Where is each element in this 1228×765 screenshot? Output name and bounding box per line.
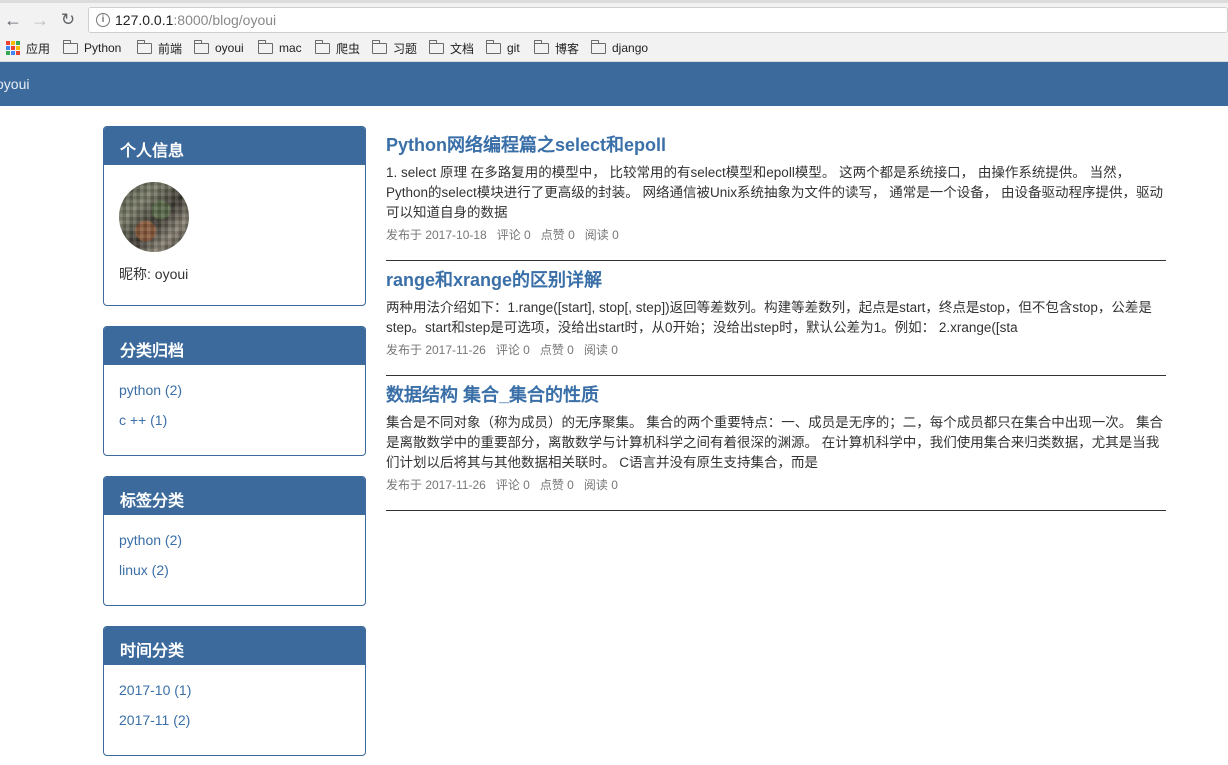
panel-title: 分类归档 (104, 327, 365, 365)
article-reads: 阅读 0 (584, 228, 619, 242)
bookmark-label: Python (84, 41, 122, 55)
browser-chrome: ← → ↻ i 127.0.0.1:8000/blog/oyoui 应用 Pyt… (0, 0, 1228, 62)
bookmark-label: 前端 (158, 41, 183, 56)
panel-title: 时间分类 (104, 627, 365, 665)
article-reads: 阅读 0 (583, 343, 618, 357)
article-summary: 1. select 原理 在多路复用的模型中， 比较常用的有select模型和e… (386, 165, 1164, 220)
article-item: 数据结构 集合_集合的性质 集合是不同对象（称为成员）的无序聚集。 集合的两个重… (386, 382, 1166, 511)
panel-title: 标签分类 (104, 477, 365, 515)
apps-icon (6, 41, 20, 55)
info-icon[interactable]: i (96, 13, 110, 27)
bookmark-label: git (507, 41, 520, 55)
article-date: 发布于 2017-11-26 (386, 478, 486, 492)
bookmark-label: 习题 (393, 41, 418, 56)
category-link-cpp[interactable]: c ++ (1) (119, 410, 350, 440)
folder-icon (314, 39, 330, 54)
forward-icon[interactable]: → (30, 10, 50, 30)
panel-title: 个人信息 (104, 127, 365, 165)
article-item: Python网络编程篇之select和epoll 1. select 原理 在多… (386, 132, 1166, 261)
bookmark-git[interactable]: git (485, 39, 520, 57)
bookmark-django[interactable]: django (590, 39, 649, 57)
article-meta: 发布于 2017-10-18 评论 0 点赞 0 阅读 0 (386, 226, 1166, 243)
bookmark-apps[interactable]: 应用 (6, 39, 50, 57)
article-title[interactable]: 数据结构 集合_集合的性质 (386, 382, 1166, 410)
date-link-2017-10[interactable]: 2017-10 (1) (119, 680, 350, 710)
url-text[interactable]: 127.0.0.1:8000/blog/oyoui (115, 12, 276, 28)
address-bar[interactable]: i 127.0.0.1:8000/blog/oyoui (88, 7, 1228, 33)
bookmark-label: oyoui (215, 41, 244, 55)
site-navbar: oyoui (0, 62, 1228, 106)
bookmark-oyoui[interactable]: oyoui (193, 39, 244, 57)
bookmark-label: 应用 (26, 41, 51, 56)
article-title[interactable]: range和xrange的区别详解 (386, 267, 1166, 295)
article-likes: 点赞 0 (539, 343, 574, 357)
folder-icon (62, 39, 78, 54)
article-date: 发布于 2017-10-18 (386, 228, 487, 242)
date-link-2017-11[interactable]: 2017-11 (2) (119, 710, 350, 740)
article-likes: 点赞 0 (539, 478, 574, 492)
url-host: 127.0.0.1 (115, 12, 174, 28)
bookmark-label: mac (279, 41, 302, 55)
folder-icon (428, 39, 444, 54)
article-summary: 集合是不同对象（称为成员）的无序聚集。 集合的两个重要特点：一、成员是无序的；二… (386, 415, 1163, 470)
bookmark-frontend[interactable]: 前端 (136, 39, 183, 57)
article-meta: 发布于 2017-11-26 评论 0 点赞 0 阅读 0 (386, 476, 1166, 493)
folder-icon (193, 39, 209, 54)
profile-panel: 个人信息 昵称: oyoui (103, 126, 366, 306)
article-comments: 评论 0 (496, 228, 531, 242)
article-title[interactable]: Python网络编程篇之select和epoll (386, 132, 1166, 160)
article-comments: 评论 0 (495, 343, 530, 357)
nickname: 昵称: oyoui (119, 266, 189, 282)
tab-strip (0, 0, 1228, 3)
category-panel: 分类归档 python (2) c ++ (1) (103, 326, 366, 456)
bookmark-exercises[interactable]: 习题 (371, 39, 418, 57)
bookmark-label: django (612, 41, 649, 55)
folder-icon (590, 39, 606, 54)
bookmark-mac[interactable]: mac (257, 39, 302, 57)
article-comments: 评论 0 (495, 478, 530, 492)
tag-link-python[interactable]: python (2) (119, 530, 350, 560)
bookmark-label: 博客 (555, 41, 580, 56)
article-date: 发布于 2017-11-26 (386, 343, 486, 357)
bookmark-docs[interactable]: 文档 (428, 39, 475, 57)
folder-icon (257, 39, 273, 54)
tag-link-linux[interactable]: linux (2) (119, 560, 350, 590)
back-icon[interactable]: ← (3, 10, 23, 30)
article-likes: 点赞 0 (540, 228, 575, 242)
article-meta: 发布于 2017-11-26 评论 0 点赞 0 阅读 0 (386, 341, 1166, 358)
bookmark-label: 文档 (450, 41, 475, 56)
article-reads: 阅读 0 (583, 478, 618, 492)
article-item: range和xrange的区别详解 两种用法介绍如下：1.range([star… (386, 267, 1166, 376)
url-path: :8000/blog/oyoui (173, 12, 277, 28)
category-link-python[interactable]: python (2) (119, 380, 350, 410)
bookmark-crawler[interactable]: 爬虫 (314, 39, 361, 57)
bookmark-blog[interactable]: 博客 (533, 39, 580, 57)
site-brand[interactable]: oyoui (0, 76, 29, 92)
folder-icon (533, 39, 549, 54)
bookmark-label: 爬虫 (336, 41, 361, 56)
date-panel: 时间分类 2017-10 (1) 2017-11 (2) (103, 626, 366, 756)
folder-icon (136, 39, 152, 54)
article-summary: 两种用法介绍如下：1.range([start], stop[, step])返… (386, 300, 1152, 335)
tag-panel: 标签分类 python (2) linux (2) (103, 476, 366, 606)
bookmarks-bar: 应用 Python 前端 oyoui mac 爬虫 习题 文档 git 博客 d… (0, 36, 1228, 60)
bookmark-python[interactable]: Python (62, 39, 122, 57)
avatar (119, 182, 189, 252)
folder-icon (485, 39, 501, 54)
folder-icon (371, 39, 387, 54)
reload-icon[interactable]: ↻ (58, 10, 78, 30)
